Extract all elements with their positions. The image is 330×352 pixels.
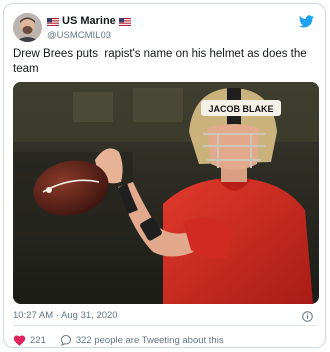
tweet-actions: 221 322 people are Tweeting about this	[13, 333, 238, 347]
conversation-link[interactable]: 322 people are Tweeting about this	[60, 334, 224, 346]
us-flag-icon	[118, 17, 131, 26]
conversation-count: 322 people are Tweeting about this	[75, 334, 224, 346]
twitter-bird-icon[interactable]	[299, 15, 314, 28]
user-handle[interactable]: @USMCMIL03	[47, 30, 131, 41]
us-flag-icon	[47, 17, 59, 26]
helmet-text: JACOB BLAKE	[208, 104, 273, 114]
divider	[13, 325, 316, 326]
tweet-card[interactable]: US Marine @USMCMIL03 Drew Brees puts rap…	[3, 3, 326, 348]
like-count: 221	[30, 334, 46, 346]
like-button[interactable]: 221	[13, 334, 46, 346]
tweet-timestamp[interactable]: 10:27 AM · Aug 31, 2020	[13, 310, 118, 321]
speech-bubble-icon	[60, 334, 72, 346]
avatar[interactable]	[13, 13, 42, 42]
tweet-header: US Marine @USMCMIL03	[13, 13, 316, 45]
display-name: US Marine	[62, 15, 116, 27]
display-name-row[interactable]: US Marine	[47, 15, 131, 27]
user-names: US Marine @USMCMIL03	[47, 15, 131, 41]
heart-icon	[13, 334, 26, 346]
info-icon[interactable]	[302, 309, 313, 322]
tweet-text: Drew Brees puts rapist's name on his hel…	[13, 48, 310, 75]
tweet-photo[interactable]: JACOB BLAKE	[13, 82, 319, 304]
